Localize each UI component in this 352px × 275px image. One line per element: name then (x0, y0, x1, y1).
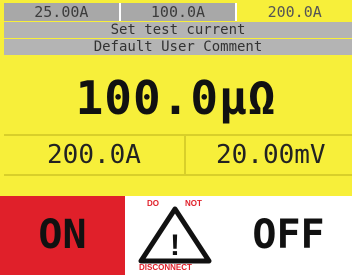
prompt-bar: Set test current (4, 22, 352, 38)
tab-range-25a[interactable]: 25.00A (4, 3, 121, 21)
tab-range-100a[interactable]: 100.0A (120, 3, 238, 21)
resistance-reading: 100.0μΩ (75, 71, 277, 125)
current-reading: 200.0A (4, 136, 186, 174)
comment-bar: Default User Comment (4, 39, 352, 55)
secondary-readings: 200.0A 20.00mV (4, 134, 352, 176)
meter-screen: 25.00A 100.0A 200.0A Set test current De… (0, 0, 352, 275)
voltage-reading: 20.00mV (216, 140, 326, 170)
control-row: ON DO NOT ! DISCONNECT OFF (0, 196, 352, 275)
off-button[interactable]: OFF (225, 196, 352, 275)
warning-symbol: ! (170, 229, 180, 262)
warning-triangle-icon: ! (138, 206, 212, 264)
warning-text-disconnect: DISCONNECT (139, 263, 192, 272)
range-tabs: 25.00A 100.0A 200.0A (4, 3, 352, 21)
do-not-disconnect-warning: DO NOT ! DISCONNECT (125, 196, 225, 275)
tab-range-200a[interactable]: 200.0A (237, 3, 352, 21)
on-button[interactable]: ON (0, 196, 125, 275)
